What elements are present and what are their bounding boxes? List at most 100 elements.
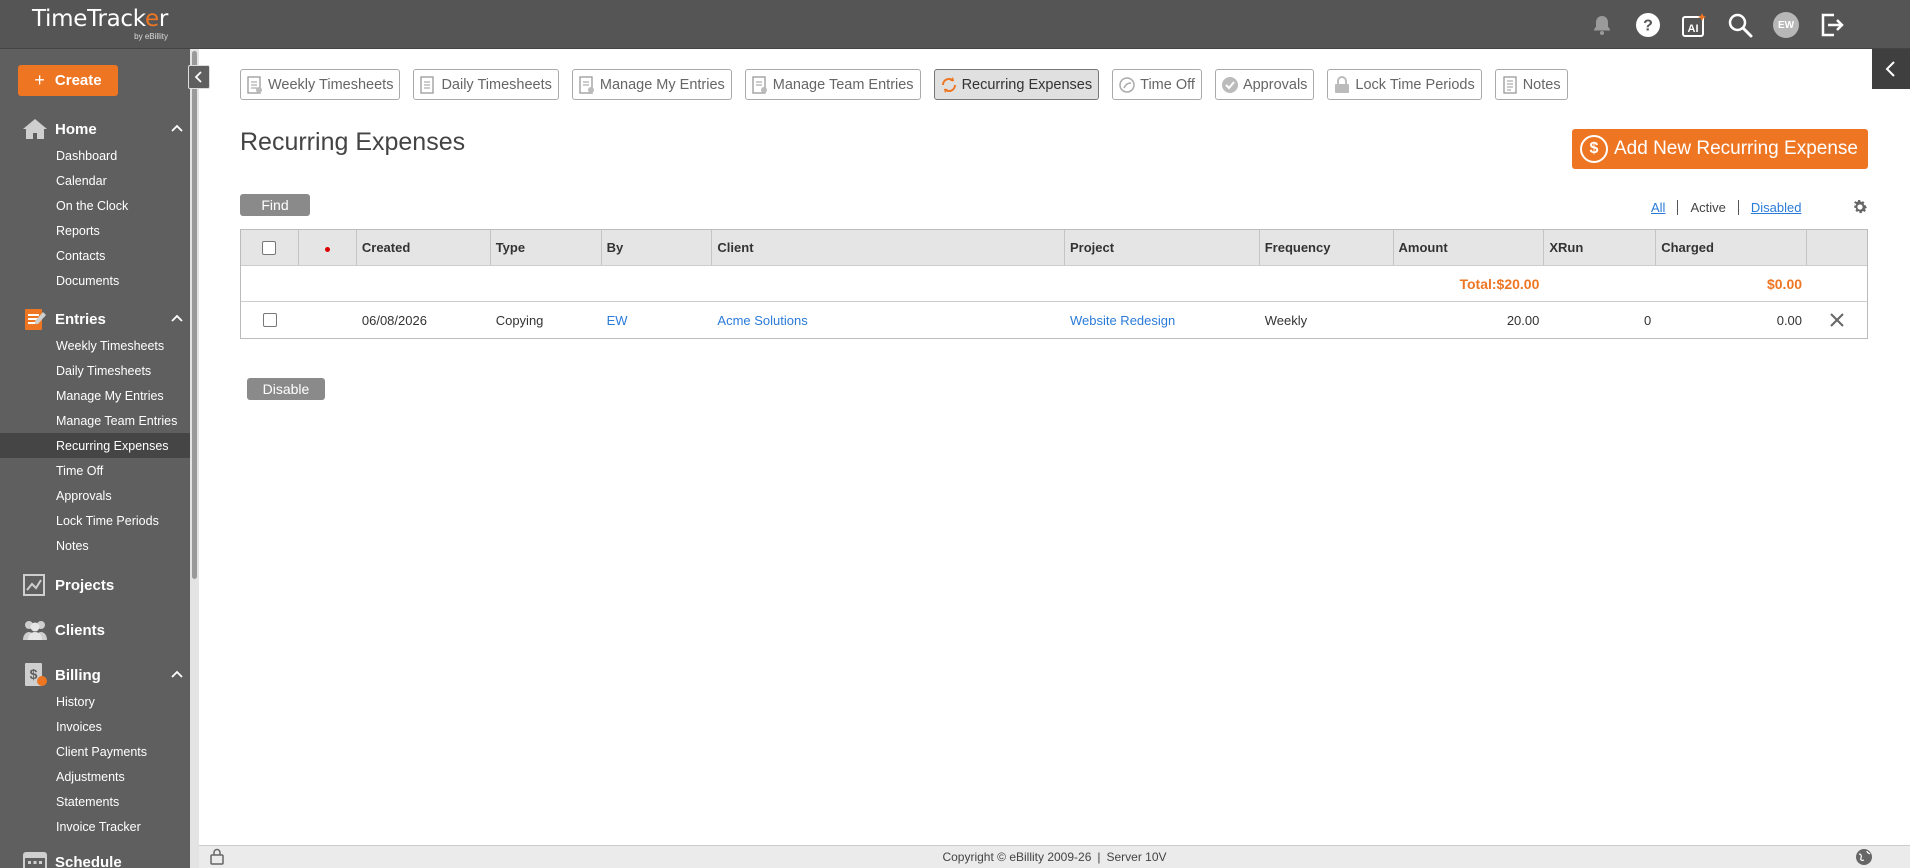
user-avatar[interactable]: EW <box>1763 10 1809 40</box>
scrollbar-thumb[interactable] <box>192 51 197 579</box>
right-panel-toggle[interactable] <box>1872 49 1910 89</box>
create-button[interactable]: + Create <box>18 65 118 96</box>
column-header-created[interactable]: Created <box>357 230 491 265</box>
status-column-header[interactable] <box>299 230 357 265</box>
column-header-amount[interactable]: Amount <box>1394 230 1545 265</box>
sidebar-item-approvals[interactable]: Approvals <box>0 483 190 508</box>
sidebar-item-statements[interactable]: Statements <box>0 789 190 814</box>
sidebar-item-manage-my-entries[interactable]: Manage My Entries <box>0 383 190 408</box>
help-icon[interactable]: ? <box>1625 10 1671 40</box>
create-button-label: Create <box>54 72 102 89</box>
tab-time-off[interactable]: Time Off <box>1112 69 1202 100</box>
sidebar-item-reports[interactable]: Reports <box>0 218 190 243</box>
globe-icon[interactable] <box>1855 848 1873 866</box>
sidebar-item-time-off[interactable]: Time Off <box>0 458 190 483</box>
add-new-recurring-expense-button[interactable]: $ Add New Recurring Expense <box>1572 129 1868 169</box>
clients-icon <box>20 618 50 642</box>
cell-by-link[interactable]: EW <box>602 302 713 338</box>
sidebar-section-schedule[interactable]: Schedule <box>0 846 190 868</box>
sidebar-item-notes[interactable]: Notes <box>0 533 190 558</box>
column-header-client[interactable]: Client <box>712 230 1065 265</box>
sidebar-section-billing[interactable]: $ Billing <box>0 659 190 691</box>
plus-icon: + <box>34 70 45 90</box>
approval-icon <box>1221 76 1239 94</box>
sidebar-section-label: Schedule <box>55 853 122 868</box>
tab-manage-my-entries[interactable]: Manage My Entries <box>571 69 732 100</box>
total-charged: $0.00 <box>1766 275 1803 292</box>
search-icon[interactable] <box>1717 10 1763 40</box>
column-header-charged[interactable]: Charged <box>1656 230 1808 265</box>
filter-disabled[interactable]: Disabled <box>1751 200 1802 215</box>
sidebar-item-daily-timesheets[interactable]: Daily Timesheets <box>0 358 190 383</box>
sidebar-section-label: Clients <box>55 621 106 639</box>
delete-row-icon[interactable] <box>1829 312 1845 328</box>
tab-label: Approvals <box>1242 76 1308 93</box>
sidebar-section-entries[interactable]: Entries <box>0 303 190 335</box>
disable-button[interactable]: Disable <box>247 378 325 400</box>
column-header-actions <box>1807 230 1867 265</box>
tab-weekly-timesheets[interactable]: Weekly Timesheets <box>240 69 401 100</box>
find-button[interactable]: Find <box>240 194 310 216</box>
sidebar-section-clients[interactable]: Clients <box>0 614 190 646</box>
sidebar-item-on-the-clock[interactable]: On the Clock <box>0 193 190 218</box>
filter-separator <box>1737 200 1739 215</box>
lock-icon[interactable] <box>210 848 224 865</box>
sidebar-item-invoice-tracker[interactable]: Invoice Tracker <box>0 814 190 839</box>
sidebar-section-label: Entries <box>55 310 106 328</box>
notifications-bell-icon[interactable] <box>1579 10 1625 40</box>
tab-daily-timesheets[interactable]: Daily Timesheets <box>413 69 559 100</box>
tab-recurring-expenses[interactable]: Recurring Expenses <box>933 69 1100 100</box>
sidebar-item-client-payments[interactable]: Client Payments <box>0 739 190 764</box>
collapse-sidebar-button[interactable] <box>188 65 210 89</box>
column-header-xrun[interactable]: XRun <box>1544 230 1657 265</box>
time-off-icon <box>1118 76 1136 94</box>
sidebar-item-documents[interactable]: Documents <box>0 268 190 293</box>
column-header-project[interactable]: Project <box>1065 230 1260 265</box>
chevron-up-icon[interactable] <box>170 121 184 135</box>
tab-notes[interactable]: Notes <box>1494 69 1568 100</box>
chevron-up-icon[interactable] <box>170 311 184 325</box>
select-all-checkbox[interactable] <box>262 240 277 255</box>
sidebar-item-adjustments[interactable]: Adjustments <box>0 764 190 789</box>
tab-label: Manage Team Entries <box>772 76 914 93</box>
sidebar-item-history[interactable]: History <box>0 689 190 714</box>
sidebar-item-lock-time-periods[interactable]: Lock Time Periods <box>0 508 190 533</box>
cell-client-link[interactable]: Acme Solutions <box>712 302 1065 338</box>
footer: Copyright © eBillity 2009-26 | Server 10… <box>199 845 1910 868</box>
sidebar-item-invoices[interactable]: Invoices <box>0 714 190 739</box>
column-header-type[interactable]: Type <box>491 230 602 265</box>
sidebar-item-manage-team-entries[interactable]: Manage Team Entries <box>0 408 190 433</box>
home-icon <box>20 117 50 141</box>
sidebar-section-projects[interactable]: Projects <box>0 569 190 601</box>
filter-all[interactable]: All <box>1651 200 1665 215</box>
tab-label: Weekly Timesheets <box>268 76 394 93</box>
footer-separator: | <box>1097 850 1101 864</box>
cell-project-link[interactable]: Website Redesign <box>1065 302 1260 338</box>
chevron-up-icon[interactable] <box>170 667 184 681</box>
row-status-cell <box>299 302 357 338</box>
column-header-frequency[interactable]: Frequency <box>1260 230 1394 265</box>
add-expense-icon: $ <box>1580 135 1608 163</box>
app-logo[interactable]: TimeTracker by eBillity <box>32 6 168 41</box>
column-header-by[interactable]: By <box>602 230 713 265</box>
row-checkbox[interactable] <box>262 313 277 327</box>
sidebar-item-calendar[interactable]: Calendar <box>0 168 190 193</box>
sidebar-item-recurring-expenses[interactable]: Recurring Expenses <box>0 433 190 458</box>
recurring-expenses-table: Created Type By Client Project Frequency… <box>240 229 1868 339</box>
chevron-left-icon <box>1885 61 1895 77</box>
tab-manage-team-entries[interactable]: Manage Team Entries <box>744 69 921 100</box>
tab-label: Lock Time Periods <box>1355 76 1475 93</box>
sidebar: + Create Home Dashboard Calendar On the … <box>0 49 190 868</box>
tab-approvals[interactable]: Approvals <box>1214 69 1315 100</box>
gear-icon[interactable] <box>1851 198 1869 216</box>
sidebar-item-dashboard[interactable]: Dashboard <box>0 143 190 168</box>
logout-icon[interactable] <box>1809 10 1855 40</box>
ai-assistant-icon[interactable]: AI <box>1671 10 1717 40</box>
sidebar-section-home[interactable]: Home <box>0 113 190 145</box>
sidebar-scrollbar[interactable] <box>190 49 199 868</box>
sidebar-item-contacts[interactable]: Contacts <box>0 243 190 268</box>
filter-active[interactable]: Active <box>1690 200 1725 215</box>
tab-label: Manage My Entries <box>599 76 725 93</box>
tab-lock-time-periods[interactable]: Lock Time Periods <box>1327 69 1482 100</box>
sidebar-item-weekly-timesheets[interactable]: Weekly Timesheets <box>0 333 190 358</box>
